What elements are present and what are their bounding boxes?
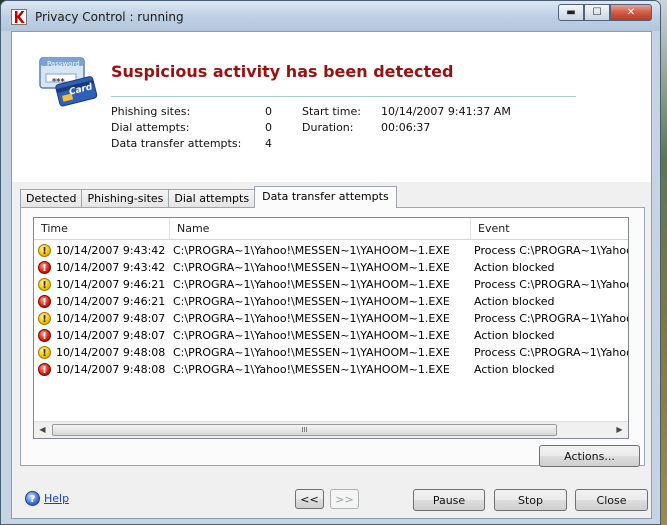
cell-event: Process C:\PROGRA~1\Yahoo!\M: [474, 312, 628, 325]
cell-time: 10/14/2007 9:43:42 ...: [56, 261, 168, 274]
cell-name: C:\PROGRA~1\Yahoo!\MESSEN~1\YAHOOM~1.EXE: [173, 363, 450, 376]
title-bar[interactable]: Privacy Control : running ▬ ☐ ✕: [1, 1, 660, 31]
table-row[interactable]: ! 10/14/2007 9:48:08 ... C:\PROGRA~1\Yahoo…: [34, 344, 628, 361]
tab-dial-attempts[interactable]: Dial attempts: [168, 189, 256, 208]
pause-button[interactable]: Pause: [413, 489, 485, 511]
duration-value: 00:06:37: [381, 121, 431, 134]
password-card-icon: Password *** Card: [38, 54, 100, 111]
icon-password-text: Password: [47, 60, 80, 68]
table-row[interactable]: ! 10/14/2007 9:48:08 ... C:\PROGRA~1\Yahoo…: [34, 361, 628, 378]
close-window-button[interactable]: ✕: [610, 4, 652, 21]
scroll-right-arrow-icon[interactable]: ▶: [611, 422, 628, 438]
column-header-time[interactable]: Time: [34, 218, 170, 240]
caption-buttons: ▬ ☐ ✕: [558, 4, 652, 21]
warning-icon: !: [38, 278, 51, 291]
cell-name: C:\PROGRA~1\Yahoo!\MESSEN~1\YAHOOM~1.EXE: [173, 329, 450, 342]
cell-time: 10/14/2007 9:46:21 ...: [56, 295, 168, 308]
previous-button[interactable]: <<: [295, 489, 324, 509]
alert-header: Password *** Card Suspicious activity ha…: [12, 32, 651, 182]
duration-label: Duration:: [302, 121, 354, 134]
privacy-control-window: Privacy Control : running ▬ ☐ ✕ Password…: [0, 0, 661, 525]
cell-name: C:\PROGRA~1\Yahoo!\MESSEN~1\YAHOOM~1.EXE: [173, 261, 450, 274]
stop-button[interactable]: Stop: [494, 489, 567, 511]
table-row[interactable]: ! 10/14/2007 9:48:07 ... C:\PROGRA~1\Yahoo…: [34, 310, 628, 327]
error-icon: !: [38, 261, 51, 274]
scroll-left-arrow-icon[interactable]: ◀: [34, 422, 51, 438]
cell-event: Action blocked: [474, 261, 555, 274]
tab-strip: Detected Phishing-sites Dial attempts Da…: [20, 186, 397, 208]
desktop-background-right: [660, 0, 667, 525]
events-rows: ! 10/14/2007 9:43:42 ... C:\PROGRA~1\Yahoo…: [34, 242, 628, 378]
warning-icon: !: [38, 244, 51, 257]
table-row[interactable]: ! 10/14/2007 9:43:42 ... C:\PROGRA~1\Yahoo…: [34, 242, 628, 259]
help-label[interactable]: Help: [44, 492, 69, 505]
cell-event: Process C:\PROGRA~1\Yahoo!\M: [474, 278, 628, 291]
cell-name: C:\PROGRA~1\Yahoo!\MESSEN~1\YAHOOM~1.EXE: [173, 244, 450, 257]
help-icon: ?: [25, 491, 40, 506]
horizontal-scrollbar[interactable]: ◀ III ▶: [34, 421, 628, 438]
column-header-event[interactable]: Event: [471, 218, 628, 240]
start-time-label: Start time:: [302, 105, 361, 118]
data-transfer-attempts-value: 4: [265, 137, 272, 150]
maximize-button[interactable]: ☐: [584, 4, 610, 21]
cell-name: C:\PROGRA~1\Yahoo!\MESSEN~1\YAHOOM~1.EXE: [173, 295, 450, 308]
data-transfer-attempts-label: Data transfer attempts:: [111, 137, 242, 150]
error-icon: !: [38, 295, 51, 308]
cell-event: Process C:\PROGRA~1\Yahoo!\M: [474, 244, 628, 257]
column-header-name[interactable]: Name: [170, 218, 471, 240]
actions-button[interactable]: Actions...: [539, 445, 640, 467]
alert-title: Suspicious activity has been detected: [111, 62, 454, 81]
cell-name: C:\PROGRA~1\Yahoo!\MESSEN~1\YAHOOM~1.EXE: [173, 346, 450, 359]
error-icon: !: [38, 329, 51, 342]
phishing-sites-label: Phishing sites:: [111, 105, 191, 118]
tab-data-transfer-attempts[interactable]: Data transfer attempts: [254, 186, 397, 208]
tab-phishing-sites[interactable]: Phishing-sites: [81, 189, 170, 208]
kaspersky-k-icon: [11, 9, 27, 25]
table-row[interactable]: ! 10/14/2007 9:48:07 ... C:\PROGRA~1\Yahoo…: [34, 327, 628, 344]
cell-event: Action blocked: [474, 363, 555, 376]
cell-name: C:\PROGRA~1\Yahoo!\MESSEN~1\YAHOOM~1.EXE: [173, 312, 450, 325]
cell-time: 10/14/2007 9:46:21 ...: [56, 278, 168, 291]
warning-icon: !: [38, 312, 51, 325]
cell-event: Action blocked: [474, 329, 555, 342]
cell-event: Process C:\PROGRA~1\Yahoo!\M: [474, 346, 628, 359]
cell-time: 10/14/2007 9:48:08 ...: [56, 346, 168, 359]
cell-time: 10/14/2007 9:48:07 ...: [56, 329, 168, 342]
window-title: Privacy Control : running: [35, 10, 184, 24]
start-time-value: 10/14/2007 9:41:37 AM: [381, 105, 511, 118]
cell-time: 10/14/2007 9:43:42 ...: [56, 244, 168, 257]
cell-time: 10/14/2007 9:48:08 ...: [56, 363, 168, 376]
cell-event: Action blocked: [474, 295, 555, 308]
cell-name: C:\PROGRA~1\Yahoo!\MESSEN~1\YAHOOM~1.EXE: [173, 278, 450, 291]
dial-attempts-value: 0: [265, 121, 272, 134]
next-button[interactable]: >>: [330, 489, 359, 509]
table-row[interactable]: ! 10/14/2007 9:46:21 ... C:\PROGRA~1\Yahoo…: [34, 276, 628, 293]
close-button[interactable]: Close: [575, 489, 648, 511]
help-link[interactable]: ? Help: [25, 491, 69, 506]
scrollbar-thumb[interactable]: III: [52, 424, 557, 436]
window-client-area: Password *** Card Suspicious activity ha…: [11, 31, 652, 519]
phishing-sites-value: 0: [265, 105, 272, 118]
icon-stars-text: ***: [52, 77, 65, 86]
table-row[interactable]: ! 10/14/2007 9:43:42 ... C:\PROGRA~1\Yahoo…: [34, 259, 628, 276]
dial-attempts-label: Dial attempts:: [111, 121, 190, 134]
events-list[interactable]: Time Name Event ! 10/14/2007 9:43:42 ... C…: [33, 217, 629, 439]
error-icon: !: [38, 363, 51, 376]
warning-icon: !: [38, 346, 51, 359]
title-divider: [111, 96, 576, 97]
column-headers: Time Name Event: [34, 218, 628, 240]
tab-detected[interactable]: Detected: [20, 189, 83, 208]
tab-panel: Time Name Event ! 10/14/2007 9:43:42 ... C…: [20, 207, 645, 467]
table-row[interactable]: ! 10/14/2007 9:46:21 ... C:\PROGRA~1\Yahoo…: [34, 293, 628, 310]
cell-time: 10/14/2007 9:48:07 ...: [56, 312, 168, 325]
minimize-button[interactable]: ▬: [558, 4, 584, 21]
